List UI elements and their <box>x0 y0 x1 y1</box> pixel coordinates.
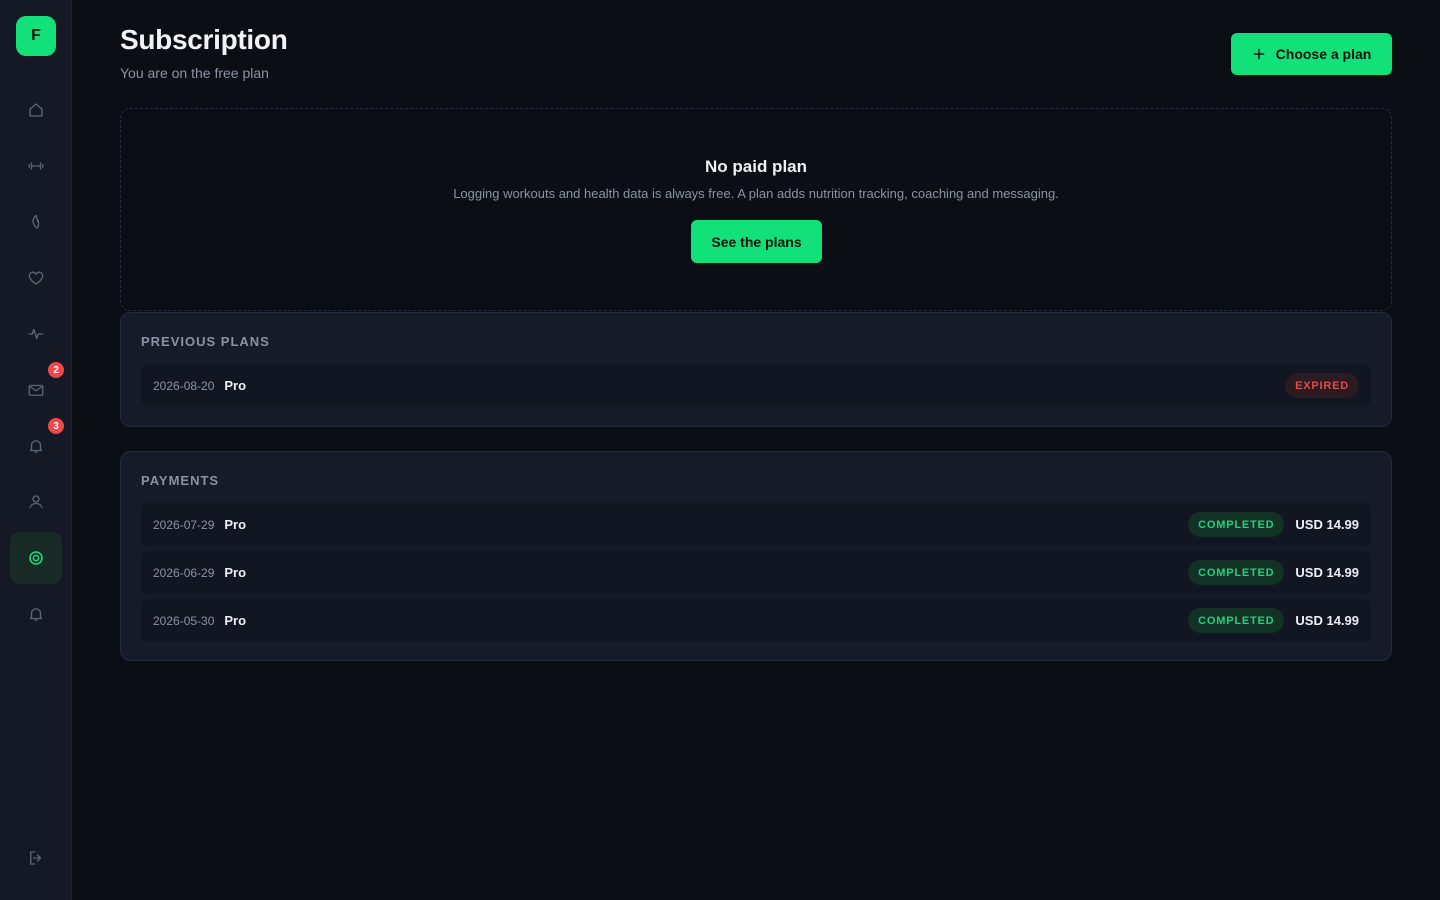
target-icon <box>29 551 43 565</box>
nav-activity[interactable] <box>10 308 62 360</box>
nav-subscription[interactable] <box>10 532 62 584</box>
no-plan-title: No paid plan <box>705 157 807 176</box>
nav-profile[interactable] <box>10 476 62 528</box>
plus-icon <box>1253 48 1265 60</box>
payment-amount: USD 14.99 <box>1295 565 1359 580</box>
notifications-badge: 3 <box>48 418 64 434</box>
sidebar: F 2 3 <box>0 0 72 900</box>
status-badge: COMPLETED <box>1188 512 1285 537</box>
activity-icon <box>28 328 44 340</box>
user-icon <box>29 495 43 509</box>
row-date: 2026-07-29 <box>153 517 215 532</box>
nav-health[interactable] <box>10 252 62 304</box>
status-badge: COMPLETED <box>1188 608 1285 633</box>
logout-button[interactable] <box>10 832 62 884</box>
see-plans-button[interactable]: See the plans <box>691 220 822 263</box>
bell-icon <box>29 440 43 453</box>
previous-plan-row[interactable]: 2026-08-20 Pro EXPIRED <box>141 364 1371 407</box>
row-date: 2026-06-29 <box>153 565 215 580</box>
choose-plan-label: Choose a plan <box>1275 46 1372 62</box>
row-plan: Pro <box>224 517 247 532</box>
nav-alerts[interactable] <box>10 588 62 640</box>
status-badge: EXPIRED <box>1285 373 1359 398</box>
nav-nutrition[interactable] <box>10 196 62 248</box>
payment-row[interactable]: 2026-07-29 Pro COMPLETED USD 14.99 <box>141 503 1371 546</box>
row-right: COMPLETED USD 14.99 <box>1188 608 1359 633</box>
payment-amount: USD 14.99 <box>1295 613 1359 628</box>
previous-plans-panel: PREVIOUS PLANS 2026-08-20 Pro EXPIRED <box>120 312 1392 427</box>
row-right: COMPLETED USD 14.99 <box>1188 560 1359 585</box>
payments-title: PAYMENTS <box>141 473 220 488</box>
page-title: Subscription <box>120 24 288 55</box>
payment-row[interactable]: 2026-05-30 Pro COMPLETED USD 14.99 <box>141 599 1371 642</box>
row-right: EXPIRED <box>1285 373 1359 398</box>
row-plan: Pro <box>224 565 247 580</box>
row-plan: Pro <box>224 378 247 393</box>
leaf-icon <box>32 214 40 229</box>
row-date: 2026-05-30 <box>153 613 215 628</box>
mail-icon <box>28 384 44 396</box>
row-right: COMPLETED USD 14.99 <box>1188 512 1359 537</box>
bell-icon <box>29 608 43 621</box>
row-date: 2026-08-20 <box>153 378 215 393</box>
home-icon <box>29 103 43 117</box>
payments-panel: PAYMENTS 2026-07-29 Pro COMPLETED USD 14… <box>120 451 1392 661</box>
payment-row[interactable]: 2026-06-29 Pro COMPLETED USD 14.99 <box>141 551 1371 594</box>
heart-icon <box>28 271 44 285</box>
no-plan-card: No paid plan Logging workouts and health… <box>120 108 1392 311</box>
choose-plan-button[interactable]: Choose a plan <box>1231 33 1392 75</box>
previous-plans-title: PREVIOUS PLANS <box>141 334 270 349</box>
messages-badge: 2 <box>48 362 64 378</box>
row-plan: Pro <box>224 613 247 628</box>
status-badge: COMPLETED <box>1188 560 1285 585</box>
no-plan-description: Logging workouts and health data is alwa… <box>453 186 1059 201</box>
logout-icon <box>30 851 42 865</box>
dumbbell-icon <box>28 162 44 170</box>
nav-home[interactable] <box>10 84 62 136</box>
nav-workouts[interactable] <box>10 140 62 192</box>
app-logo[interactable]: F <box>16 16 56 56</box>
payment-amount: USD 14.99 <box>1295 517 1359 532</box>
page-subtitle: You are on the free plan <box>120 65 269 81</box>
